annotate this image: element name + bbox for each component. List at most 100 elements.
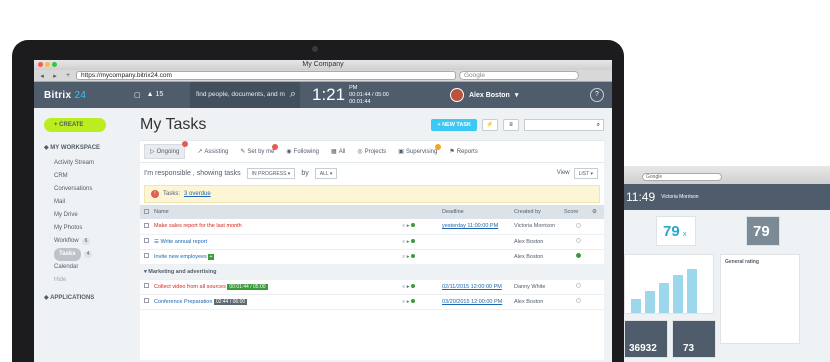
browser-search-text: Google: [464, 72, 485, 79]
tab-supervising[interactable]: ▣ Supervising: [398, 144, 442, 155]
task-deadline[interactable]: [442, 234, 514, 250]
task-tabs: ▷ Ongoing ↗ Assisting ✎ Set by me ◉ Followin…: [140, 141, 604, 163]
overdue-link[interactable]: 3 overdue: [184, 191, 211, 197]
task-creator: Victoria Morrison: [514, 219, 564, 235]
menu-icon[interactable]: ≡: [402, 254, 405, 260]
create-button[interactable]: + CREATE: [44, 118, 106, 132]
column-deadline[interactable]: Deadline: [442, 205, 514, 219]
search-icon[interactable]: ⌕: [290, 88, 296, 101]
sidebar-item-tasks[interactable]: Tasks 4: [44, 248, 126, 261]
by-select[interactable]: ALL ▾: [314, 167, 338, 179]
table-row[interactable]: Make sales report for the last month ≡ ▸…: [140, 219, 604, 235]
column-name[interactable]: Name: [154, 205, 402, 219]
menu-icon[interactable]: ≡: [402, 299, 405, 305]
status-select[interactable]: IN PROGRESS ▾: [246, 167, 296, 179]
column-created-by[interactable]: Created by: [514, 205, 564, 219]
list-settings-icon[interactable]: ≡: [503, 119, 519, 131]
select-all-checkbox[interactable]: [140, 205, 154, 219]
play-icon[interactable]: ▸: [407, 254, 410, 260]
task-search-input[interactable]: ⌕: [524, 119, 604, 131]
flash-icon[interactable]: ⚡: [482, 119, 498, 131]
new-task-button[interactable]: + NEW TASK: [431, 119, 477, 131]
browser-search[interactable]: Google: [459, 71, 579, 80]
task-name[interactable]: Make sales report for the last month: [154, 219, 402, 235]
score-icon[interactable]: [575, 298, 581, 303]
row-checkbox[interactable]: [144, 298, 149, 303]
forward-icon[interactable]: ▸: [50, 72, 60, 80]
bitrix-logo[interactable]: Bitrix 24: [34, 90, 134, 101]
table-row[interactable]: ☰ Write annual report ≡ ▸ Alex Boston: [140, 234, 604, 250]
sidebar-item-workflow[interactable]: Workflow 6: [44, 235, 126, 248]
task-deadline[interactable]: yesterday 11:00:00 PM: [442, 219, 514, 235]
tab-projects[interactable]: ◎ Projects: [357, 148, 386, 156]
monitor-google-search[interactable]: Google: [642, 173, 722, 181]
row-checkbox[interactable]: [144, 238, 149, 243]
task-deadline[interactable]: 03/20/2015 12:00:00 PM: [442, 294, 514, 310]
workspace-header[interactable]: ◆ MY WORKSPACE: [44, 144, 126, 151]
column-settings-icon[interactable]: ⚙: [592, 205, 604, 219]
address-bar[interactable]: https://mycompany.bitrix24.com: [76, 71, 456, 80]
back-icon[interactable]: ◂: [37, 72, 47, 80]
close-window-icon[interactable]: [38, 62, 43, 67]
help-icon[interactable]: ?: [590, 88, 604, 102]
chat-icon[interactable]: ▢: [134, 91, 141, 99]
task-name[interactable]: Invite new employees +: [154, 249, 402, 265]
maximize-window-icon[interactable]: [52, 62, 57, 67]
score-positive-icon[interactable]: [575, 253, 581, 258]
group-header-row[interactable]: ▾ Marketing and advertising: [140, 264, 604, 280]
task-name[interactable]: Collect video from all sources 00:01:44 …: [154, 279, 402, 295]
sidebar-item-mail[interactable]: Mail: [44, 196, 126, 209]
task-name[interactable]: ☰ Write annual report: [154, 234, 402, 250]
minimize-window-icon[interactable]: [45, 62, 50, 67]
applications-header[interactable]: ◆ APPLICATIONS: [44, 294, 126, 301]
tab-set-by-me[interactable]: ✎ Set by me: [240, 144, 279, 155]
status-dot-icon: [411, 223, 416, 228]
page-title: My Tasks: [140, 116, 207, 133]
table-row[interactable]: Invite new employees + ≡ ▸ Alex Boston: [140, 249, 604, 265]
task-deadline[interactable]: 02/11/2015 12:00:00 PM: [442, 279, 514, 295]
sidebar-item-calendar[interactable]: Calendar: [44, 261, 126, 274]
menu-icon[interactable]: ≡: [402, 223, 405, 229]
rating-panel: General rating: [720, 254, 800, 344]
menu-icon[interactable]: ≡: [402, 239, 405, 245]
tab-all[interactable]: ▦ All: [331, 148, 345, 156]
task-timer[interactable]: 02:44 / 06:00: [213, 298, 248, 305]
tab-following[interactable]: ◉ Following: [286, 148, 319, 156]
sidebar-item-label: CRM: [54, 173, 68, 179]
sidebar-hide-link[interactable]: Hide: [44, 274, 126, 286]
task-name[interactable]: Conference Preparation 02:44 / 06:00: [154, 294, 402, 310]
sidebar-item-conversations[interactable]: Conversations: [44, 183, 126, 196]
pause-icon[interactable]: ▸: [407, 284, 410, 290]
row-checkbox[interactable]: [144, 222, 149, 228]
tab-ongoing[interactable]: ▷ Ongoing: [144, 141, 189, 159]
score-icon[interactable]: [575, 222, 581, 228]
sidebar-item-my-drive[interactable]: My Drive: [44, 209, 126, 222]
table-row[interactable]: Collect video from all sources 00:01:44 …: [140, 279, 604, 295]
score-icon[interactable]: [575, 283, 581, 288]
add-tab-icon[interactable]: +: [63, 72, 73, 79]
sidebar-item-activity-stream[interactable]: Activity Stream: [44, 157, 126, 170]
task-timer[interactable]: 00:01:44 / 05:00: [227, 283, 268, 290]
play-icon[interactable]: ▸: [407, 223, 410, 229]
header-search[interactable]: find people, documents, and m ⌕: [190, 82, 300, 108]
play-icon[interactable]: ▸: [407, 239, 410, 245]
bell-icon[interactable]: ▲ 15: [147, 91, 164, 99]
sidebar-item-crm[interactable]: CRM: [44, 170, 126, 183]
task-deadline[interactable]: [442, 249, 514, 265]
chart-bar-4: [673, 275, 683, 313]
menu-icon[interactable]: ≡: [402, 284, 405, 290]
row-checkbox[interactable]: [144, 283, 149, 288]
play-icon[interactable]: ▸: [407, 299, 410, 305]
sidebar-item-label: Conversations: [54, 186, 93, 192]
tab-assisting[interactable]: ↗ Assisting: [197, 148, 228, 156]
row-actions: ≡ ▸: [402, 279, 442, 295]
score-icon[interactable]: [575, 238, 581, 243]
tab-reports[interactable]: ⚑ Reports: [449, 148, 477, 156]
sidebar-item-my-photos[interactable]: My Photos: [44, 222, 126, 235]
work-clock[interactable]: 1:21 PM 00:01:44 / 05:00 00:01:44: [300, 85, 410, 106]
column-score[interactable]: Score: [564, 205, 592, 219]
table-row[interactable]: Conference Preparation 02:44 / 06:00 ≡ ▸…: [140, 294, 604, 310]
row-checkbox[interactable]: [144, 253, 149, 258]
view-select[interactable]: LIST ▾: [573, 167, 598, 179]
user-menu[interactable]: Alex Boston ▾: [450, 88, 518, 102]
